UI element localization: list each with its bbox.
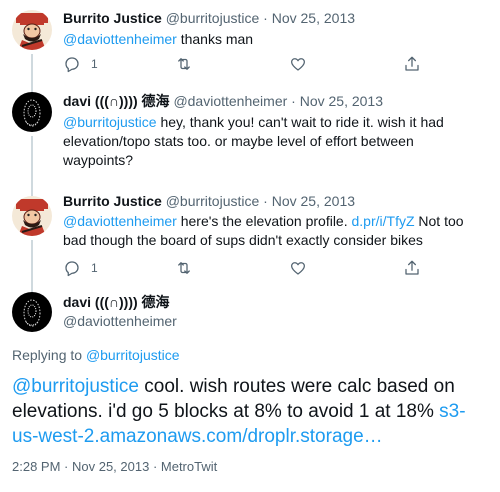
avatar[interactable] <box>12 196 52 236</box>
share-button[interactable] <box>403 54 421 74</box>
avatar[interactable] <box>12 292 52 332</box>
timestamp[interactable]: Nov 25, 2013 <box>300 93 383 109</box>
tweet-client[interactable]: MetroTwit <box>161 459 217 474</box>
heart-icon <box>290 262 306 275</box>
mention-link[interactable]: @daviottenheimer <box>63 213 177 229</box>
display-name[interactable]: Burrito Justice <box>63 193 162 209</box>
handle[interactable]: @burritojustice <box>166 10 260 26</box>
retweet-icon <box>178 58 190 70</box>
tweet-3[interactable]: Burrito Justice @burritojustice · Nov 25… <box>0 188 500 292</box>
tweet-2[interactable]: davi (((∩)))) 德海 @daviottenheimer · Nov … <box>0 84 500 196</box>
tweet-header: Burrito Justice @burritojustice · Nov 25… <box>63 9 355 27</box>
avatar[interactable] <box>12 92 52 132</box>
tweet-1[interactable]: Burrito Justice @burritojustice · Nov 25… <box>0 0 500 94</box>
tweet-text: @burritojustice hey, thank you! can't wa… <box>63 113 486 170</box>
replying-to: Replying to @burritojustice <box>12 347 180 363</box>
display-name[interactable]: Burrito Justice <box>63 10 162 26</box>
tweet-header: davi (((∩)))) 德海 @daviottenheimer · Nov … <box>63 92 383 110</box>
handle[interactable]: @daviottenheimer <box>173 93 287 109</box>
replying-prefix: Replying to <box>12 347 86 363</box>
handle[interactable]: @daviottenheimer <box>63 312 177 330</box>
mention-link[interactable]: @burritojustice <box>12 376 139 397</box>
retweet-button[interactable] <box>175 54 193 74</box>
timestamp[interactable]: Nov 25, 2013 <box>272 10 355 26</box>
reply-icon <box>65 57 79 73</box>
tweet-header: Burrito Justice @burritojustice · Nov 25… <box>63 192 355 210</box>
thread-line <box>31 284 33 292</box>
mention-link[interactable]: @daviottenheimer <box>63 31 177 47</box>
burrito-justice-avatar-icon <box>12 196 52 236</box>
burrito-justice-avatar-icon <box>12 10 52 50</box>
mention-link[interactable]: @burritojustice <box>63 114 157 130</box>
tweet-text-content: thanks man <box>176 31 254 47</box>
tweet-metadata: 2:28 PM · Nov 25, 2013 · MetroTwit <box>12 459 217 474</box>
share-button[interactable] <box>403 258 421 278</box>
separator-dot: · <box>263 193 268 209</box>
thread-line <box>31 136 33 196</box>
davi-avatar-icon <box>12 92 52 132</box>
tweet-actions: 1 <box>63 54 423 74</box>
url-link[interactable]: d.pr/i/TfyZ <box>352 213 415 229</box>
reply-icon <box>65 261 79 277</box>
davi-avatar-icon <box>12 292 52 332</box>
tweet-actions: 1 <box>63 258 423 278</box>
tweet-time[interactable]: 2:28 PM <box>12 459 60 474</box>
share-icon <box>405 260 419 275</box>
meta-separator: · <box>60 459 72 474</box>
display-name[interactable]: davi (((∩)))) 德海 <box>63 93 170 109</box>
display-name[interactable]: davi (((∩)))) 德海 <box>63 293 177 311</box>
avatar[interactable] <box>12 10 52 50</box>
heart-icon <box>290 58 306 71</box>
tweet-date[interactable]: Nov 25, 2013 <box>72 459 149 474</box>
share-icon <box>405 56 419 71</box>
reply-button[interactable]: 1 <box>63 258 98 278</box>
main-tweet-text: @burritojustice cool. wish routes were c… <box>12 374 488 449</box>
reply-button[interactable]: 1 <box>63 54 98 74</box>
like-button[interactable] <box>289 258 307 278</box>
main-author: davi (((∩)))) 德海 @daviottenheimer <box>63 293 177 330</box>
handle[interactable]: @burritojustice <box>166 193 260 209</box>
meta-separator: · <box>149 459 161 474</box>
thread-line <box>31 84 33 92</box>
reply-count: 1 <box>91 261 98 275</box>
separator-dot: · <box>291 93 296 109</box>
retweet-icon <box>178 262 190 274</box>
retweet-button[interactable] <box>175 258 193 278</box>
main-tweet: davi (((∩)))) 德海 @daviottenheimer Replyi… <box>0 284 500 492</box>
like-button[interactable] <box>289 54 307 74</box>
separator-dot: · <box>263 10 268 26</box>
tweet-text: @daviottenheimer thanks man <box>63 30 486 49</box>
replying-to-link[interactable]: @burritojustice <box>86 347 180 363</box>
tweet-text: @daviottenheimer here's the elevation pr… <box>63 212 486 250</box>
reply-count: 1 <box>91 57 98 71</box>
timestamp[interactable]: Nov 25, 2013 <box>272 193 355 209</box>
tweet-text-part: here's the elevation profile. <box>176 213 352 229</box>
